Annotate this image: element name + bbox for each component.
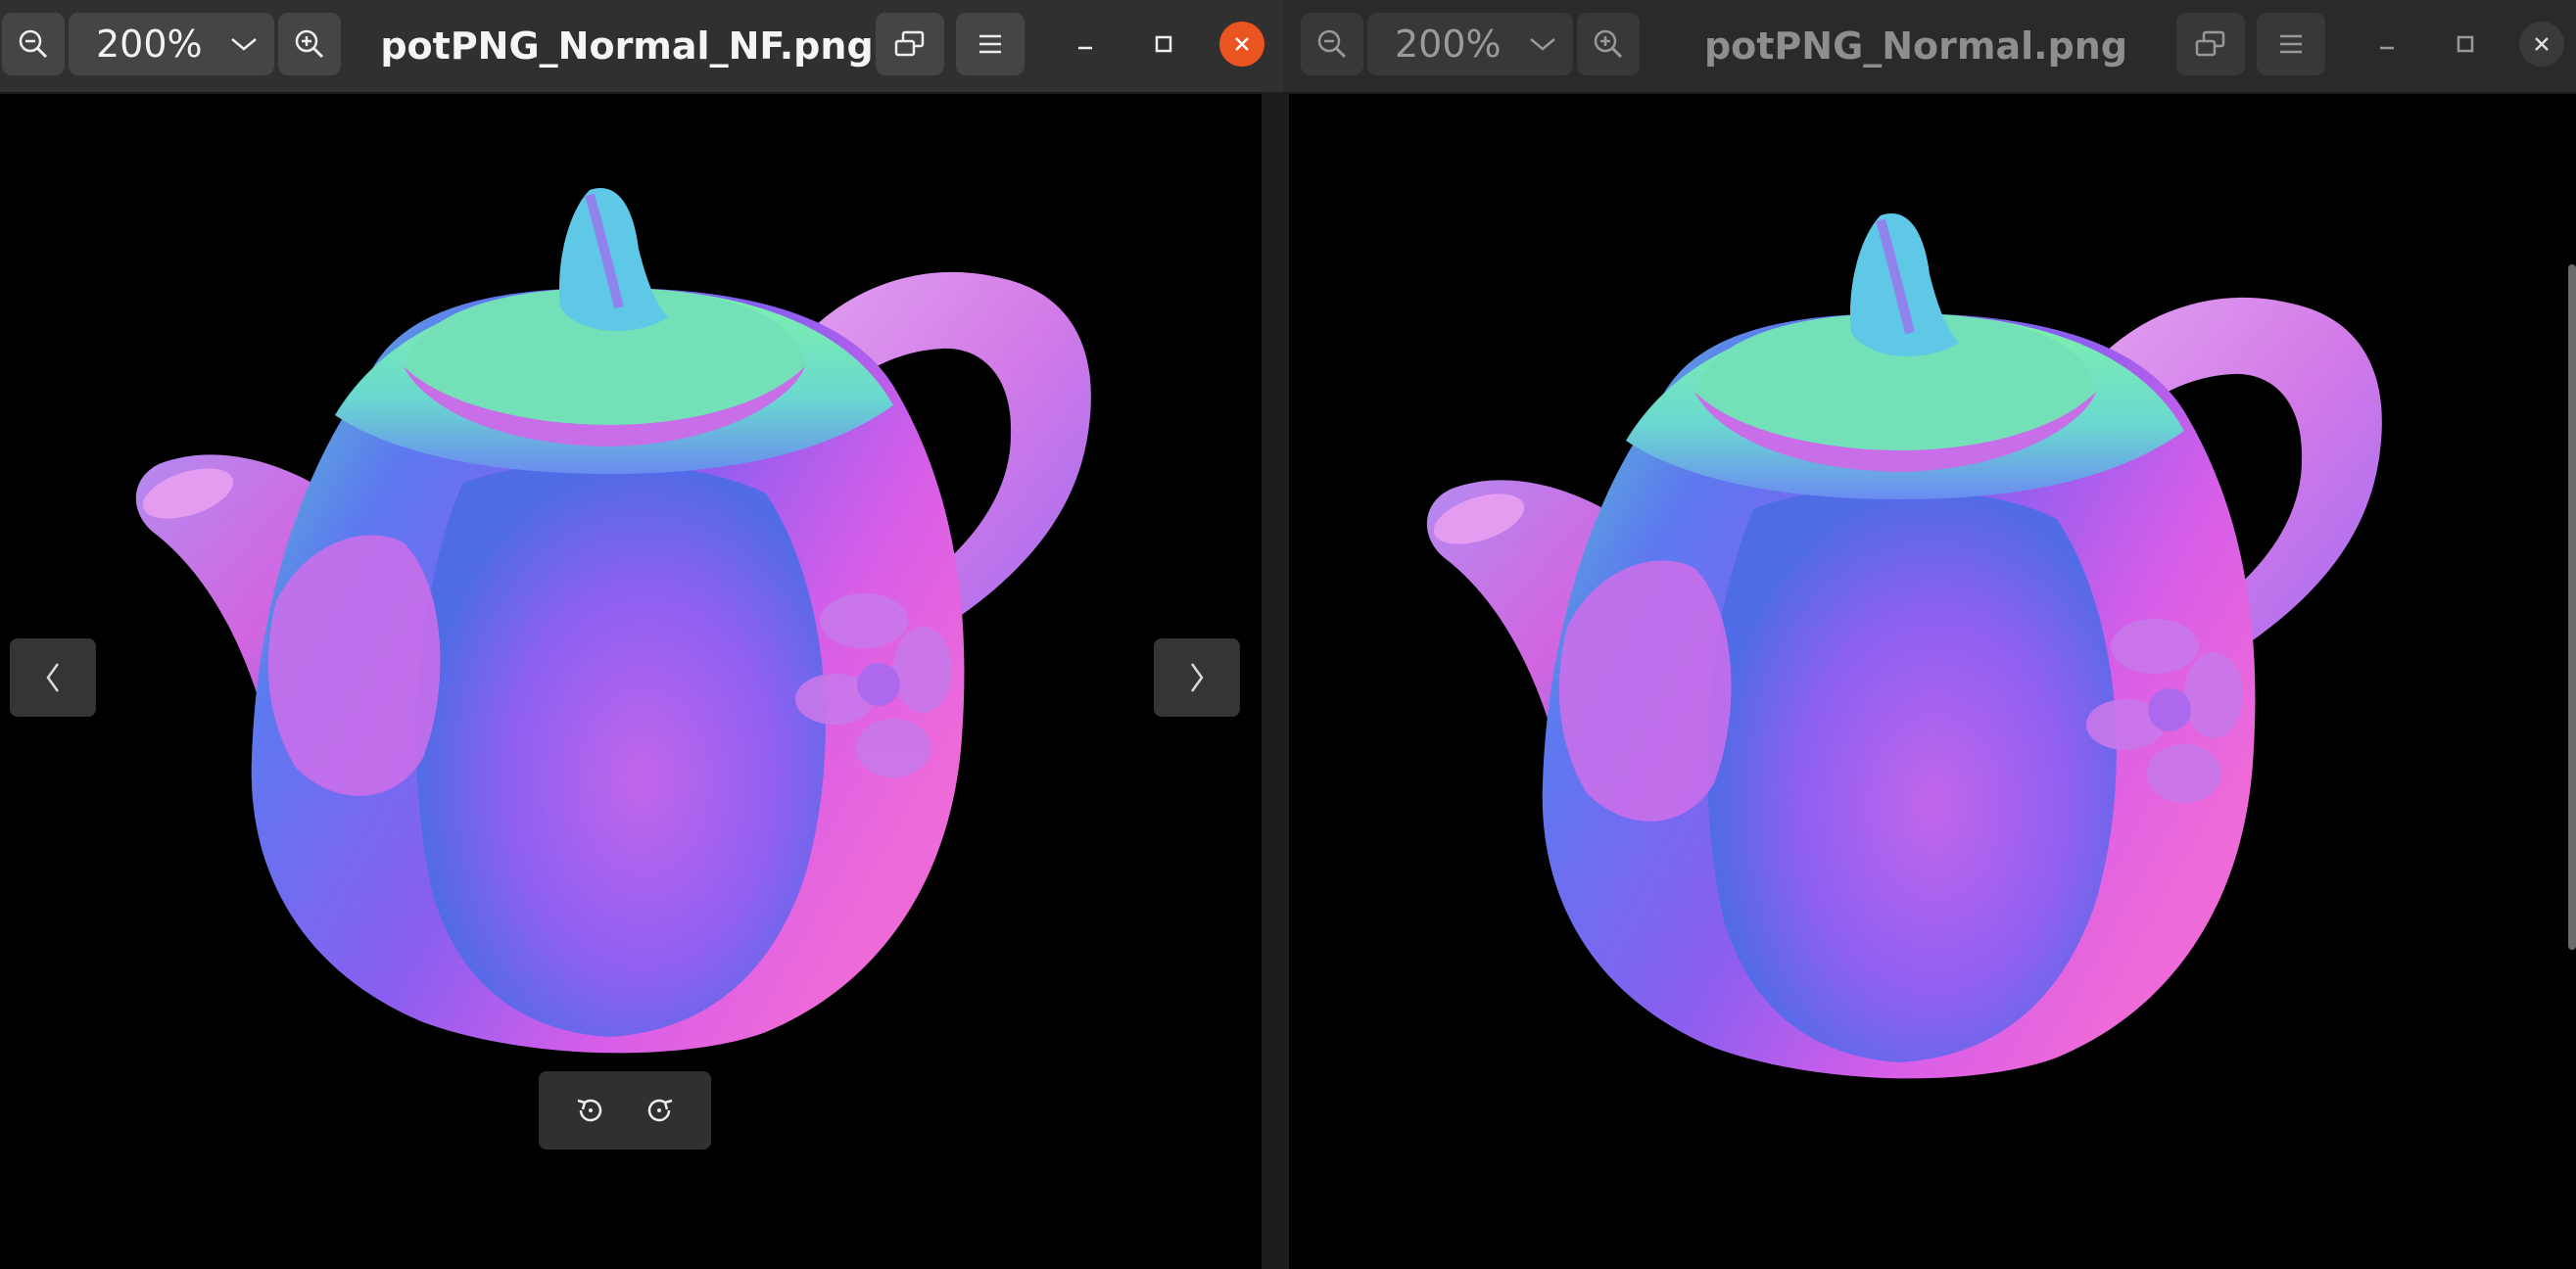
main-menu-button[interactable] (2257, 13, 2325, 75)
teapot-normal-map-image (1289, 94, 2568, 1269)
zoom-level-dropdown[interactable]: 200% (69, 13, 274, 75)
zoom-in-icon (1592, 27, 1625, 61)
zoom-controls: 200% (1301, 13, 1640, 75)
vertical-scrollbar[interactable] (2568, 264, 2576, 950)
zoom-out-button[interactable] (1301, 13, 1363, 75)
chevron-right-icon (1185, 660, 1209, 695)
maximize-icon (2456, 34, 2475, 54)
zoom-out-icon (1315, 27, 1349, 61)
minimize-button[interactable] (1063, 22, 1108, 67)
chevron-down-icon (1528, 34, 1557, 54)
close-icon (2532, 34, 2552, 54)
close-button[interactable] (2519, 22, 2564, 67)
header-bar: 200% potPNG_Normal_NF.png (0, 0, 1283, 94)
window-title: potPNG_Normal.png (1703, 24, 2128, 68)
chevron-down-icon (229, 34, 259, 54)
fit-window-button[interactable] (876, 13, 944, 75)
zoom-level-value: 200% (1395, 23, 1502, 66)
window-title: potPNG_Normal_NF.png (380, 24, 874, 68)
zoom-in-button[interactable] (278, 13, 341, 75)
minimize-icon (1075, 34, 1095, 54)
desktop: 200% potPNG_Normal_NF.png 200% potPNG_No… (0, 0, 2576, 1269)
hamburger-menu-icon (977, 32, 1004, 56)
image-viewport (0, 94, 1283, 1269)
zoom-level-value: 200% (96, 23, 203, 66)
next-image-button[interactable] (1154, 638, 1240, 717)
zoom-in-icon (293, 27, 326, 61)
header-bar: 200% potPNG_Normal.png (1289, 0, 2576, 94)
close-button[interactable] (1219, 22, 1264, 67)
image-viewport (1289, 94, 2576, 1269)
fit-window-button[interactable] (2176, 13, 2245, 75)
rotate-left-icon (573, 1093, 608, 1128)
previous-image-button[interactable] (10, 638, 96, 717)
zoom-level-dropdown[interactable]: 200% (1367, 13, 1573, 75)
rotate-left-button[interactable] (573, 1093, 608, 1128)
minimize-button[interactable] (2364, 22, 2409, 67)
hamburger-menu-icon (2277, 32, 2305, 56)
image-viewer-window-right: 200% potPNG_Normal.png (1289, 0, 2576, 1269)
rotate-right-icon (642, 1093, 677, 1128)
zoom-out-button[interactable] (2, 13, 65, 75)
rotate-toolbar (539, 1071, 711, 1150)
fit-window-icon (893, 29, 927, 59)
main-menu-button[interactable] (956, 13, 1025, 75)
image-viewer-window-left: 200% potPNG_Normal_NF.png (0, 0, 1283, 1269)
rotate-right-button[interactable] (642, 1093, 677, 1128)
zoom-in-button[interactable] (1577, 13, 1640, 75)
minimize-icon (2377, 34, 2397, 54)
maximize-button[interactable] (2443, 22, 2488, 67)
fit-window-icon (2194, 29, 2227, 59)
window-gap (1262, 92, 1289, 1269)
maximize-icon (1154, 34, 1173, 54)
maximize-button[interactable] (1141, 22, 1186, 67)
zoom-out-icon (17, 27, 50, 61)
chevron-left-icon (41, 660, 65, 695)
close-icon (1232, 34, 1252, 54)
zoom-controls: 200% (2, 13, 341, 75)
